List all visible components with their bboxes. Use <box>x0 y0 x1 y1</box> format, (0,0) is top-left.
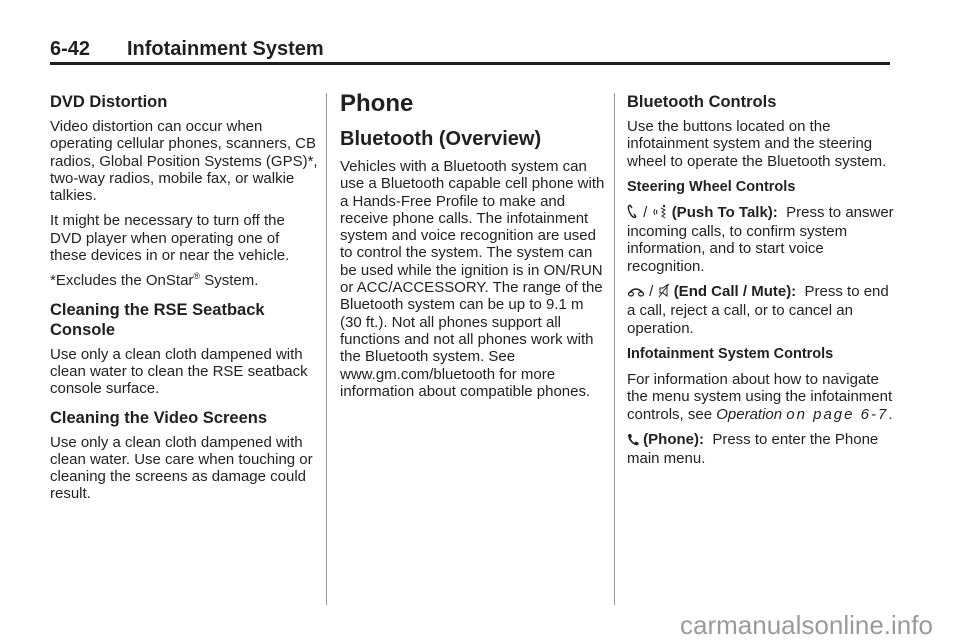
operation-reference-link[interactable]: Operation <box>716 406 782 423</box>
mute-icon <box>658 283 670 302</box>
footnote-text: *Excludes the OnStar <box>50 272 194 290</box>
column-middle: Phone Bluetooth (Overview) Vehicles with… <box>340 88 608 408</box>
video-screens-paragraph: Use only a clean cloth dampened with cle… <box>50 433 313 503</box>
column-divider <box>326 93 327 605</box>
steering-wheel-controls-heading: Steering Wheel Controls <box>627 178 796 195</box>
footnote-suffix: System. <box>200 272 259 290</box>
column-left: DVD Distortion Video distortion can occu… <box>50 88 318 511</box>
bluetooth-overview-paragraph: Vehicles with a Bluetooth system can use… <box>340 158 605 400</box>
watermark: carmanualsonline.info <box>680 610 933 640</box>
period: . <box>888 405 893 423</box>
page-header: 6-42 Infotainment System <box>50 38 890 65</box>
column-divider <box>614 93 615 605</box>
onstar-footnote: *Excludes the OnStar® System. <box>50 272 318 290</box>
infotainment-controls-heading: Infotainment System Controls <box>627 345 834 362</box>
end-call-item: / (End Call / Mute): Press to end a call… <box>627 283 895 337</box>
video-screens-heading: Cleaning the Video Screens <box>50 408 268 427</box>
bluetooth-controls-heading: Bluetooth Controls <box>627 93 777 111</box>
infotainment-controls-paragraph: For information about how to navigate th… <box>627 371 895 423</box>
dvd-distortion-heading: DVD Distortion <box>50 93 168 111</box>
bluetooth-overview-heading: Bluetooth (Overview) <box>340 128 542 150</box>
phone-button-item: (Phone): Press to enter the Phone main m… <box>627 431 895 468</box>
push-to-talk-label: (Push To Talk): <box>671 203 778 221</box>
phone-heading: Phone <box>340 90 414 117</box>
section-title: Infotainment System <box>127 38 324 60</box>
voice-recognition-icon <box>652 204 668 223</box>
rse-cleaning-heading: Cleaning the RSE Seatback Console <box>50 300 265 339</box>
separator: / <box>645 283 658 301</box>
dvd-distortion-paragraph: Video distortion can occur when operatin… <box>50 118 318 205</box>
end-call-icon <box>627 285 645 302</box>
page-number: 6-42 <box>50 38 91 60</box>
push-to-talk-item: / (Push To Talk): Press to answer incomi… <box>627 204 895 275</box>
phone-icon <box>627 433 639 450</box>
header-rule <box>50 62 890 65</box>
column-right: Bluetooth Controls Use the buttons locat… <box>627 88 895 475</box>
bluetooth-controls-paragraph: Use the buttons located on the infotainm… <box>627 118 887 170</box>
phone-button-label: (Phone): <box>643 430 704 448</box>
end-call-label: (End Call / Mute): <box>673 283 797 301</box>
phone-handset-icon <box>627 204 639 223</box>
rse-cleaning-paragraph: Use only a clean cloth dampened with cle… <box>50 345 308 398</box>
page-reference-link[interactable]: on page 6-7 <box>786 406 888 423</box>
separator: / <box>639 203 652 221</box>
dvd-distortion-paragraph-2: It might be necessary to turn off the DV… <box>50 212 290 265</box>
